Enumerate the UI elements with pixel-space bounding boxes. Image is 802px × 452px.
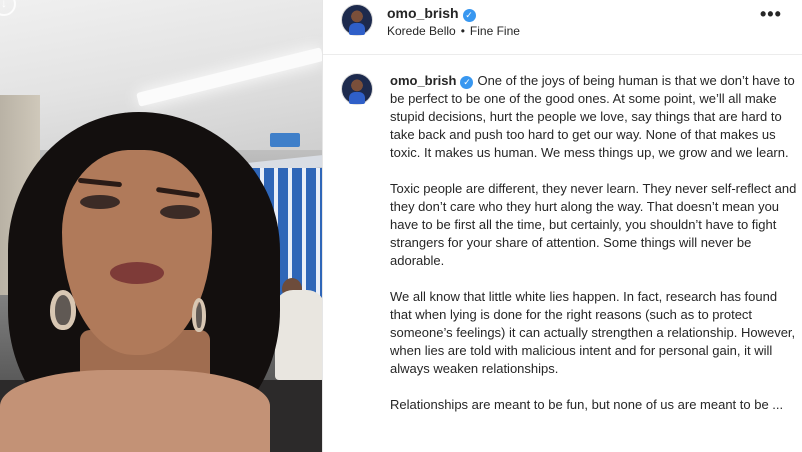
wall-sign <box>270 133 300 147</box>
verified-badge-icon: ✓ <box>462 9 476 22</box>
post-media[interactable]: ↓ <box>0 0 322 452</box>
right-earring <box>192 298 206 332</box>
header-username-text[interactable]: omo_brish <box>387 5 459 21</box>
left-eye <box>80 195 120 209</box>
audio-separator: • <box>460 24 465 38</box>
audio-attribution[interactable]: Korede Bello • Fine Fine <box>387 24 520 38</box>
right-eye <box>160 205 200 219</box>
profile-avatar[interactable] <box>341 4 373 36</box>
more-options-icon[interactable]: ••• <box>760 4 782 25</box>
audio-artist[interactable]: Korede Bello <box>387 24 456 38</box>
audio-song[interactable]: Fine Fine <box>470 24 520 38</box>
caption-paragraph-2: Toxic people are different, they never l… <box>390 181 797 268</box>
caption-paragraph-3: We all know that little white lies happe… <box>390 289 796 376</box>
header-username[interactable]: omo_brish ✓ <box>387 5 476 22</box>
caption-username[interactable]: omo_brish ✓ <box>390 73 474 89</box>
caption-paragraph-1: omo_brish ✓ One of the joys of being human… <box>390 72 798 162</box>
caption-paragraph-4: Relationships are meant to be fun, but n… <box>390 397 784 412</box>
post-details-panel: omo_brish ✓ Korede Bello • Fine Fine ••• om… <box>322 0 802 452</box>
caption-avatar[interactable] <box>341 73 373 105</box>
caption-verified-badge-icon: ✓ <box>460 76 474 89</box>
left-earring <box>50 290 76 330</box>
caption-username-text[interactable]: omo_brish <box>390 73 456 88</box>
bystander <box>275 290 322 380</box>
lips <box>110 262 164 284</box>
post-header: omo_brish ✓ Korede Bello • Fine Fine ••• <box>323 0 802 55</box>
post-caption: omo_brish ✓ One of the joys of being human… <box>390 72 798 432</box>
woman-shoulders <box>0 370 270 452</box>
